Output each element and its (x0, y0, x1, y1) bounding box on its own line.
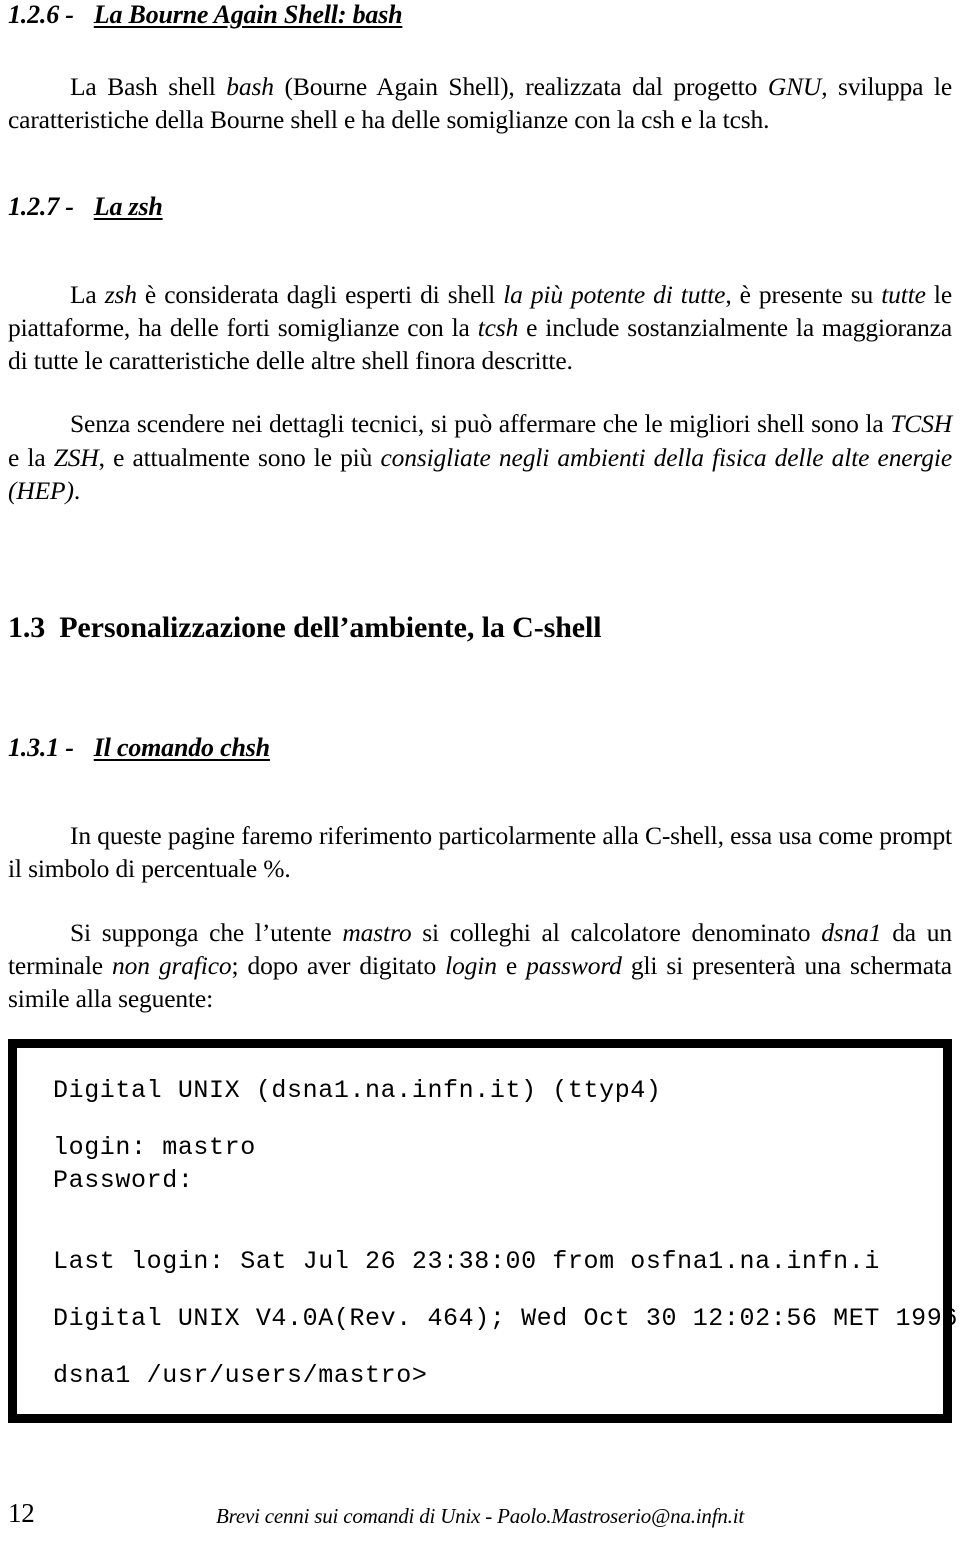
para-chsh2-t2: si colleghi al calcolatore denominato (411, 917, 822, 947)
para-chsh2-t4: ; dopo aver digitato (231, 950, 446, 980)
paragraph-chsh-1: In queste pagine faremo riferimento part… (8, 819, 952, 885)
page-footer: 12 Brevi cenni sui comandi di Unix - Pao… (0, 1490, 960, 1540)
heading-1-2-7-number: 1.2.7 - (8, 192, 74, 222)
terminal-line-banner: Digital UNIX (dsna1.na.infn.it) (ttyp4) (53, 1076, 662, 1105)
para-chsh2-i1: mastro (342, 917, 412, 947)
terminal-output-box: Digital UNIX (dsna1.na.infn.it) (ttyp4) … (8, 1039, 958, 1423)
paragraph-zsh-1: La zsh è considerata dagli esperti di sh… (8, 278, 952, 377)
para-zsh1-i4: tcsh (477, 313, 519, 343)
heading-1-3-1-title: Il comando chsh (93, 733, 270, 763)
paragraph-zsh-2: Senza scendere nei dettagli tecnici, si … (8, 407, 952, 506)
para-chsh2-t5: e (496, 950, 527, 980)
para-bash-i1: bash (226, 71, 274, 101)
terminal-blank-2 (53, 1197, 933, 1221)
para-bash-t1: La Bash shell (70, 71, 227, 101)
page-content: 1.2.6 - La Bourne Again Shell: bash La Ba… (8, 0, 958, 1423)
para-zsh1-i3: tutte (881, 280, 926, 310)
footer-note: Brevi cenni sui comandi di Unix - Paolo.… (216, 1504, 744, 1528)
terminal-line-password: Password: (53, 1166, 194, 1195)
terminal-blank-3 (53, 1221, 933, 1245)
paragraph-chsh-2: Si supponga che l’utente mastro si colle… (8, 916, 952, 1015)
terminal-blank-1 (53, 1107, 933, 1131)
heading-1-2-6-number: 1.2.6 - (8, 0, 74, 29)
para-chsh1-t1: In queste pagine faremo riferimento part… (8, 821, 952, 884)
terminal-line-login: login: mastro (53, 1133, 256, 1162)
heading-1-2-6: 1.2.6 - La Bourne Again Shell: bash (8, 0, 952, 30)
terminal-line-prompt: dsna1 /usr/users/mastro> (53, 1361, 428, 1390)
heading-1-2-7-title: La zsh (93, 192, 163, 222)
heading-1-3-1: 1.3.1 - Il comando chsh (8, 733, 952, 763)
para-zsh2-t4: . (73, 475, 81, 505)
para-zsh1-t2: è considerata dagli esperti di shell (136, 280, 504, 310)
para-chsh2-i2: dsna1 (821, 917, 882, 947)
para-zsh2-t1: Senza scendere nei dettagli tecnici, si … (70, 409, 891, 439)
para-chsh2-i3: non grafico (112, 950, 232, 980)
terminal-line-version: Digital UNIX V4.0A(Rev. 464); Wed Oct 30… (53, 1304, 958, 1333)
para-chsh2-i4: login (445, 950, 497, 980)
para-bash-i2: GNU (767, 71, 822, 101)
terminal-line-last-login: Last login: Sat Jul 26 23:38:00 from osf… (53, 1247, 880, 1276)
heading-1-3: 1.3 Personalizzazione dell’ambiente, la C… (8, 611, 952, 646)
para-zsh2-i1: TCSH (890, 409, 952, 439)
terminal-blank-4 (53, 1278, 933, 1302)
heading-1-3-number: 1.3 (8, 610, 46, 644)
para-zsh2-t3: , e attualmente sono le più (98, 442, 381, 472)
para-chsh2-t1: Si supponga che l’utente (70, 917, 343, 947)
heading-1-3-title: Personalizzazione dell’ambiente, la C-sh… (59, 610, 602, 644)
para-zsh2-t2: e la (8, 442, 54, 472)
para-zsh1-t3: , è presente su (725, 280, 882, 310)
para-zsh1-t1: La (70, 280, 105, 310)
para-zsh1-i2: la più potente di tutte (503, 280, 726, 310)
para-zsh1-i1: zsh (104, 280, 137, 310)
para-bash-t2: (Bourne Again Shell), realizzata dal pro… (273, 71, 768, 101)
para-zsh2-i2: ZSH (53, 442, 99, 472)
heading-1-2-6-title: La Bourne Again Shell: bash (93, 0, 403, 29)
terminal-blank-5 (53, 1335, 933, 1359)
heading-1-3-1-number: 1.3.1 - (8, 733, 74, 763)
heading-1-2-7: 1.2.7 - La zsh (8, 192, 952, 222)
document-page: 1.2.6 - La Bourne Again Shell: bash La Ba… (0, 0, 960, 1541)
para-chsh2-i5: password (526, 950, 622, 980)
paragraph-bash: La Bash shell bash (Bourne Again Shell),… (8, 70, 952, 136)
